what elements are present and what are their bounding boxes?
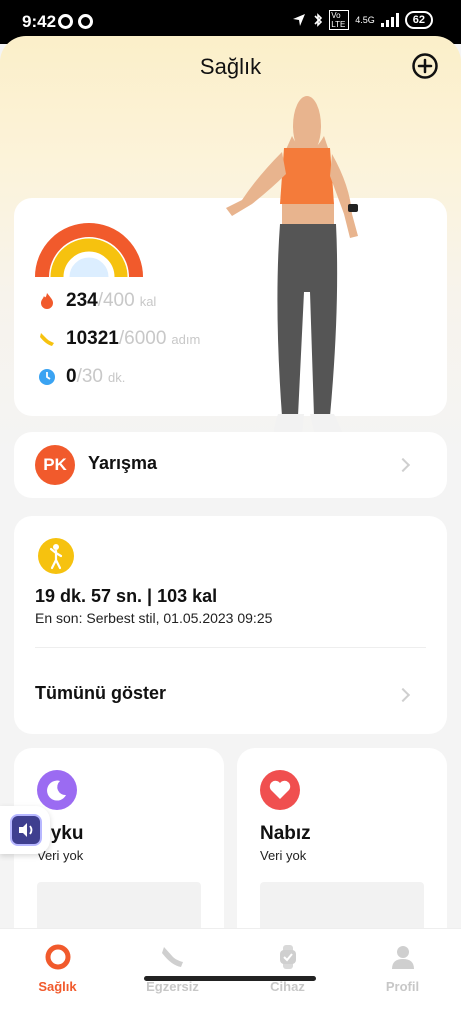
clock-icon: [39, 369, 55, 385]
page-title: Sağlık: [199, 54, 262, 79]
freestyle-workout-icon: [38, 538, 74, 574]
nav-tab-exercise[interactable]: Egzersiz: [115, 943, 230, 994]
activity-rings-chart: [35, 223, 143, 278]
watch-icon: [279, 945, 296, 969]
flame-icon: [41, 293, 53, 309]
chevron-right-icon: [395, 457, 411, 473]
duration-goal: /30: [76, 366, 103, 387]
steps-value: 10321: [66, 328, 119, 349]
calories-unit: kal: [139, 294, 157, 309]
steps-unit: adım: [171, 332, 201, 347]
nav-tab-health[interactable]: Sağlık: [0, 943, 115, 994]
app-screen: Sağlık 234 /400 kal 10321 /6000 adım 0 /…: [0, 36, 461, 1024]
notification-dot-icon: [58, 14, 73, 29]
calories-stat: 234 /400 kal: [38, 290, 156, 312]
location-icon: [293, 14, 306, 26]
moon-icon: [37, 770, 77, 810]
bluetooth-icon: [314, 13, 323, 27]
duration-value: 0: [66, 366, 77, 387]
person-icon: [391, 946, 414, 969]
heart-rate-subtitle: Veri yok: [260, 848, 307, 863]
show-all-link[interactable]: Tümünü göster: [35, 683, 166, 704]
home-indicator[interactable]: [144, 976, 316, 981]
pk-badge: PK: [35, 445, 75, 485]
steps-stat: 10321 /6000 adım: [38, 328, 200, 350]
floating-audio-button[interactable]: [0, 806, 50, 854]
workout-summary: 19 dk. 57 sn. | 103 kal: [35, 586, 218, 606]
notification-dot-icon: [78, 14, 93, 29]
calories-goal: /400: [97, 290, 135, 311]
volte-indicator: Vo LTE: [329, 10, 350, 30]
workout-card[interactable]: 19 dk. 57 sn. | 103 kal En son: Serbest …: [14, 516, 447, 734]
duration-stat: 0 /30 dk.: [38, 366, 125, 388]
shoe-icon: [161, 947, 183, 967]
nav-label: Profil: [385, 979, 420, 994]
signal-icon: [380, 13, 399, 27]
avatar-figure-illustration: [226, 96, 358, 444]
speaker-icon: [10, 814, 42, 846]
health-ring-icon: [45, 944, 70, 970]
nav-label: Cihaz: [270, 979, 305, 994]
shoe-icon: [40, 333, 54, 346]
divider: [35, 647, 426, 648]
steps-goal: /6000: [118, 328, 167, 349]
contest-label: Yarışma: [88, 453, 158, 473]
heart-icon: [260, 770, 300, 810]
nav-label: Egzersiz: [146, 979, 199, 994]
heart-rate-title: Nabız: [260, 823, 311, 844]
network-type: 4.5G: [355, 15, 375, 25]
contest-row[interactable]: PK Yarışma: [14, 432, 447, 498]
nav-tab-device[interactable]: Cihaz: [230, 943, 345, 994]
nav-tab-profile[interactable]: Profil: [345, 943, 460, 994]
nav-label: Sağlık: [38, 979, 77, 994]
calories-value: 234: [66, 290, 98, 311]
add-circle-icon[interactable]: [411, 52, 439, 80]
status-time: 9:42: [22, 12, 57, 31]
battery-level: 62: [404, 11, 433, 29]
header: Sağlık: [0, 36, 461, 100]
duration-unit: dk.: [108, 370, 126, 385]
chevron-right-icon: [395, 687, 411, 703]
workout-last: En son: Serbest stil, 01.05.2023 09:25: [35, 610, 273, 626]
